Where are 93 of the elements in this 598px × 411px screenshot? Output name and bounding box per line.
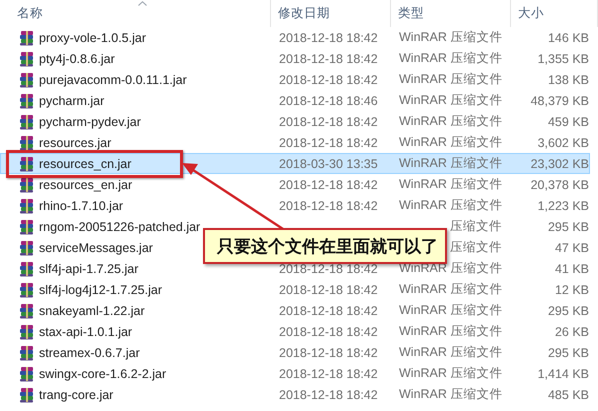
- file-size: 20,378 KB: [530, 178, 589, 192]
- archive-icon: [19, 366, 35, 382]
- file-name: rngom-20051226-patched.jar: [39, 220, 200, 234]
- file-size: 48,379 KB: [530, 94, 589, 108]
- file-size: 459 KB: [548, 114, 589, 128]
- archive-icon: [19, 324, 35, 340]
- archive-icon: [19, 260, 35, 276]
- column-header[interactable]: 类型: [398, 5, 424, 22]
- file-type: WinRAR 压缩文件: [399, 135, 502, 149]
- modified-date: 2018-12-18 18:42: [279, 198, 378, 212]
- modified-date: 2018-03-30 13:35: [279, 156, 378, 170]
- file-name: slf4j-api-1.7.25.jar: [39, 262, 138, 276]
- column-header[interactable]: 大小: [518, 5, 544, 22]
- archive-icon: [19, 240, 35, 256]
- file-type: WinRAR 压缩文件: [399, 366, 502, 380]
- file-name: pty4j-0.8.6.jar: [39, 52, 115, 66]
- file-size: 3,602 KB: [538, 136, 589, 150]
- archive-icon: [19, 302, 35, 318]
- archive-icon: [19, 218, 35, 234]
- modified-date: 2018-12-18 18:42: [279, 178, 378, 192]
- modified-date: 2018-12-18 18:42: [279, 72, 378, 86]
- file-size: 1,414 KB: [538, 366, 589, 380]
- file-name: resources_en.jar: [39, 178, 132, 192]
- file-name: resources_cn.jar: [39, 156, 132, 170]
- archive-icon: [19, 50, 35, 66]
- file-name: swingx-core-1.6.2-2.jar: [39, 366, 166, 380]
- modified-date: 2018-12-18 18:42: [279, 388, 378, 402]
- archive-icon: [19, 344, 35, 360]
- file-name: rhino-1.7.10.jar: [39, 198, 124, 212]
- file-name: snakeyaml-1.22.jar: [39, 304, 145, 318]
- file-size: 295 KB: [548, 346, 589, 360]
- file-type: WinRAR 压缩文件: [399, 282, 502, 296]
- file-type: WinRAR 压缩文件: [399, 114, 502, 128]
- file-name: pycharm-pydev.jar: [39, 114, 141, 128]
- modified-date: 2018-12-18 18:42: [279, 52, 378, 66]
- archive-icon: [19, 114, 35, 130]
- file-size: 26 KB: [554, 324, 589, 338]
- file-type: WinRAR 压缩文件: [399, 198, 502, 212]
- file-type: 压缩文件: [450, 218, 502, 235]
- modified-date: 2018-12-18 18:42: [279, 136, 378, 150]
- file-type: WinRAR 压缩文件: [399, 51, 502, 65]
- archive-icon: [19, 92, 35, 108]
- archive-icon: [19, 72, 35, 88]
- modified-date: 2018-12-18 18:42: [279, 262, 378, 276]
- file-size: 41 KB: [554, 262, 589, 276]
- file-type: WinRAR 压缩文件: [399, 156, 502, 170]
- file-name: proxy-vole-1.0.5.jar: [39, 30, 146, 44]
- file-name: serviceMessages.jar: [39, 240, 153, 254]
- file-name: purejavacomm-0.0.11.1.jar: [39, 72, 187, 86]
- file-type: 压缩文件: [450, 239, 502, 256]
- archive-icon: [19, 134, 35, 150]
- file-size: 47 KB: [554, 240, 589, 254]
- file-size: 138 KB: [548, 72, 589, 86]
- file-type: WinRAR 压缩文件: [399, 345, 502, 359]
- file-name: pycharm.jar: [39, 94, 104, 108]
- file-name: streamex-0.6.7.jar: [39, 346, 140, 360]
- column-header[interactable]: 名称: [17, 5, 43, 22]
- archive-icon: [19, 282, 35, 298]
- modified-date: 2018-12-18 18:42: [279, 30, 378, 44]
- modified-date: 2018-12-18 18:42: [279, 366, 378, 380]
- archive-icon: [19, 176, 35, 192]
- file-name: trang-core.jar: [39, 388, 114, 402]
- archive-icon: [19, 156, 35, 172]
- modified-date: 2018-12-18 18:42: [279, 282, 378, 296]
- file-type: WinRAR 压缩文件: [399, 30, 502, 44]
- file-type: WinRAR 压缩文件: [399, 93, 502, 107]
- file-size: 295 KB: [548, 220, 589, 234]
- archive-icon: [19, 198, 35, 214]
- selected-file-row[interactable]: resources_cn.jar 2018-03-30 13:35 WinRAR 压缩文件 23,302 KB: [0, 153, 590, 174]
- modified-date: 2018-12-18 18:46: [279, 94, 378, 108]
- modified-date: 2018-12-18 18:42: [279, 304, 378, 318]
- column-header[interactable]: 修改日期: [278, 5, 330, 22]
- callout: 只要这个文件在里面就可以了: [203, 228, 447, 264]
- file-name: stax-api-1.0.1.jar: [39, 324, 132, 338]
- archive-icon: [19, 386, 35, 402]
- modified-date: 2018-12-18 18:42: [279, 324, 378, 338]
- archive-icon: [19, 30, 35, 46]
- file-size: 12 KB: [554, 282, 589, 296]
- file-type: WinRAR 压缩文件: [399, 72, 502, 86]
- file-size: 1,355 KB: [538, 52, 589, 66]
- file-size: 485 KB: [548, 388, 589, 402]
- file-name: resources.jar: [39, 136, 112, 150]
- modified-date: 2018-12-18 18:42: [279, 346, 378, 360]
- file-size: 1,223 KB: [538, 198, 589, 212]
- file-name: slf4j-log4j12-1.7.25.jar: [39, 282, 162, 296]
- file-type: WinRAR 压缩文件: [399, 303, 502, 317]
- file-type: WinRAR 压缩文件: [399, 324, 502, 338]
- modified-date: 2018-12-18 18:42: [279, 114, 378, 128]
- file-size: 146 KB: [548, 30, 589, 44]
- file-size: 23,302 KB: [530, 156, 589, 170]
- file-type: WinRAR 压缩文件: [399, 177, 502, 191]
- file-size: 295 KB: [548, 304, 589, 318]
- file-type: WinRAR 压缩文件: [399, 387, 502, 401]
